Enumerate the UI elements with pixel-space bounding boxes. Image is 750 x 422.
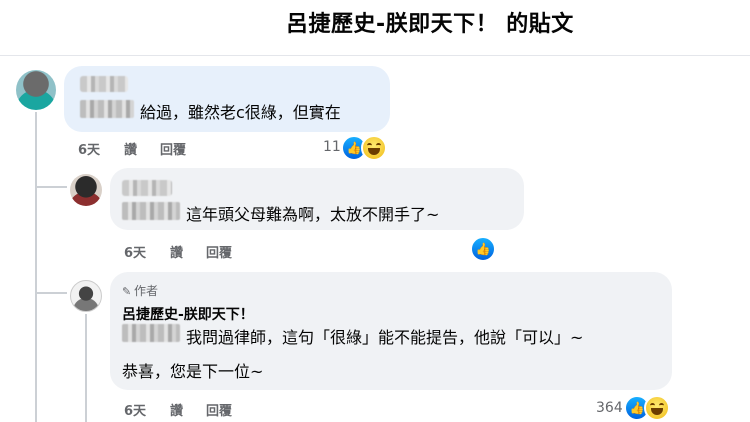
comment-text: 這年頭父母難為啊，太放不開手了~ xyxy=(186,205,440,224)
thread-line-main xyxy=(35,112,37,422)
thread-line-branch-1 xyxy=(35,186,67,188)
blurred-name xyxy=(80,76,128,92)
comment-bubble: 給過，雖然老c很綠，但實在 xyxy=(64,66,390,132)
comment-author-name[interactable]: 呂捷歷史-朕即天下！ xyxy=(122,304,254,324)
avatar[interactable] xyxy=(70,174,102,206)
post-title: 呂捷歷史-朕即天下！ 的貼文 xyxy=(286,12,574,37)
author-badge: ✎ 作者 xyxy=(122,282,158,299)
pen-icon: ✎ xyxy=(122,285,132,298)
reply-button[interactable]: 回覆 xyxy=(160,139,186,158)
comment-bubble: 這年頭父母難為啊，太放不開手了~ xyxy=(110,168,524,230)
blurred-tag xyxy=(80,100,134,118)
haha-icon xyxy=(361,135,387,161)
blurred-tag xyxy=(122,202,180,220)
author-badge-label: 作者 xyxy=(134,284,159,298)
like-button[interactable]: 讚 xyxy=(170,242,183,261)
blurred-tag xyxy=(122,324,180,342)
comment-text: 給過，雖然老c很綠，但實在 xyxy=(140,103,341,122)
comment-bubble: ✎ 作者 呂捷歷史-朕即天下！ 我問過律師，這句「很綠」能不能提告，他說「可以」~… xyxy=(110,272,672,390)
avatar[interactable] xyxy=(70,280,102,312)
reaction-count[interactable]: 364 xyxy=(596,400,623,416)
reply-button[interactable]: 回覆 xyxy=(206,400,232,419)
comment-text: 我問過律師，這句「很綠」能不能提告，他說「可以」~ xyxy=(186,328,584,347)
thread-line-branch-2 xyxy=(35,292,67,294)
reply-button[interactable]: 回覆 xyxy=(206,242,232,261)
like-icon: 👍 xyxy=(470,236,496,262)
thread-line-sub xyxy=(85,314,87,422)
comment-text: 恭喜，您是下一位~ xyxy=(122,362,264,381)
haha-icon xyxy=(644,395,670,421)
blurred-name xyxy=(122,180,172,196)
like-button[interactable]: 讚 xyxy=(124,139,137,158)
comment-time[interactable]: 6天 xyxy=(78,139,100,158)
reaction-count[interactable]: 11 xyxy=(323,139,341,155)
like-button[interactable]: 讚 xyxy=(170,400,183,419)
avatar[interactable] xyxy=(16,70,56,110)
post-header: 呂捷歷史-朕即天下！ 的貼文 xyxy=(0,0,750,56)
comment-time[interactable]: 6天 xyxy=(124,400,146,419)
comment-time[interactable]: 6天 xyxy=(124,242,146,261)
